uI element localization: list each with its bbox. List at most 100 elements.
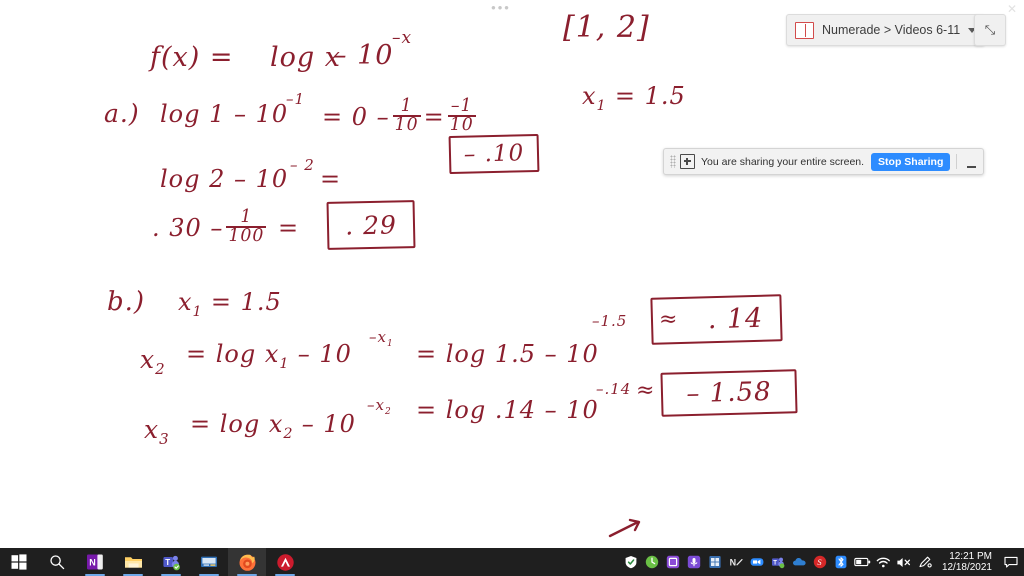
part-b-line-x2: x2: [140, 345, 165, 378]
screenshot-tray-icon[interactable]: [663, 548, 684, 576]
part-b-line-x3: x3: [144, 415, 169, 448]
x2-var: x: [140, 345, 156, 374]
close-icon[interactable]: ✕: [1007, 3, 1017, 15]
equation-function-body: log x: [270, 42, 341, 73]
drag-handle-icon[interactable]: [670, 155, 676, 168]
stop-sharing-button[interactable]: Stop Sharing: [871, 152, 951, 171]
part-a-line1-left: log 1 – 10: [160, 100, 289, 128]
shared-window-label: Numerade > Videos 6-11: [822, 23, 961, 37]
teams-icon: T: [162, 555, 180, 571]
svg-text:N: N: [89, 558, 96, 568]
teams-app[interactable]: T: [152, 548, 190, 576]
search-button[interactable]: [38, 548, 76, 576]
bluetooth-icon: [836, 555, 847, 569]
teams-tray-icon[interactable]: T: [768, 548, 789, 576]
battery-tray-icon[interactable]: [852, 548, 873, 576]
fraction-numerator: 1: [240, 207, 253, 227]
teams-icon: T: [772, 557, 785, 569]
screen-share-toolbar[interactable]: You are sharing your entire screen. Stop…: [663, 148, 985, 175]
interval-annotation: [1, 2]: [563, 10, 650, 45]
excel-tray-icon[interactable]: [705, 548, 726, 576]
part-b-answer-box-1: . 14: [650, 294, 783, 345]
svg-text:T: T: [774, 560, 778, 566]
settings-tray-icon[interactable]: [915, 548, 936, 576]
whiteboard-canvas[interactable]: f(x) = log x – 10 –x [1, 2] x1 = 1.5 a.)…: [0, 0, 1024, 548]
onenote-app[interactable]: N: [76, 548, 114, 576]
notification-icon[interactable]: [1000, 548, 1022, 576]
part-b-x1-var: x: [178, 288, 193, 316]
battery-icon: [854, 557, 871, 567]
x2-subscript: 2: [155, 360, 166, 378]
nvidia-tray-icon[interactable]: N: [726, 548, 747, 576]
equation-function-exponent: –x: [392, 28, 413, 48]
svg-text:N: N: [730, 557, 737, 567]
security-tray-icon[interactable]: [621, 548, 642, 576]
expand-button[interactable]: ⤡: [974, 14, 1006, 46]
partial-ink-stroke: [608, 518, 641, 538]
part-b-line-x3-rhs-exponent: –.14: [596, 380, 632, 398]
fraction-denominator: 10: [392, 115, 421, 136]
part-a-fraction-one-hundredth: 1 100: [226, 207, 267, 246]
media-player-icon: [200, 556, 217, 567]
taskbar-app-list: N T: [0, 548, 304, 576]
network-tray-icon[interactable]: [873, 548, 894, 576]
document-icon: [795, 21, 814, 39]
part-a-line3: . 30 –1 100 =: [152, 207, 299, 248]
part-b-answer-1-value: . 14: [707, 302, 764, 336]
volume-tray-icon[interactable]: [894, 548, 915, 576]
speaker-muted-icon: [897, 557, 911, 567]
part-a-fraction-neg-one-tenth: –1 10: [447, 96, 476, 136]
clock-date: 12/18/2021: [941, 562, 992, 573]
pen-settings-icon: [919, 556, 932, 568]
windows-taskbar[interactable]: N T N T S 12:21 PM 12/18/2021: [0, 548, 1024, 576]
capture-icon: [667, 555, 680, 569]
window-drag-dots[interactable]: •••: [486, 1, 516, 16]
part-a-line2-equals: =: [320, 165, 342, 193]
zoom-icon: [751, 558, 764, 566]
part-b-line-x2-exponent: –x1: [369, 328, 393, 349]
svg-text:T: T: [165, 558, 170, 567]
zoom-tray-icon[interactable]: [747, 548, 768, 576]
shield-icon: [626, 556, 637, 569]
part-a-line1-middle: = 0 –1 10 = –1 10: [322, 96, 479, 137]
record-icon: S: [814, 555, 827, 569]
x2-exponent-subscript: 1: [386, 339, 394, 349]
part-b-line-x2-body: = log x1 – 10: [186, 340, 352, 372]
bluetooth-tray-icon[interactable]: [831, 548, 852, 576]
microphone-tray-icon[interactable]: [684, 548, 705, 576]
minimize-icon[interactable]: [963, 152, 979, 171]
x3-var: x: [144, 415, 160, 444]
record-tray-icon[interactable]: S: [810, 548, 831, 576]
acrobat-app[interactable]: [266, 548, 304, 576]
part-b-line-x2-rhs: = log 1.5 – 10: [416, 340, 599, 368]
firefox-app[interactable]: [228, 548, 266, 576]
part-a-line3-left: . 30 –: [152, 213, 224, 242]
toolbar-divider: [956, 154, 958, 169]
part-b-initial-value: x1 = 1.5: [178, 288, 282, 320]
start-button[interactable]: [0, 548, 38, 576]
part-a-line2-exponent: – 2: [290, 156, 315, 174]
media-app[interactable]: [190, 548, 228, 576]
taskbar-clock[interactable]: 12:21 PM 12/18/2021: [936, 551, 1000, 573]
x1-initial-guess-note: x1 = 1.5: [582, 82, 686, 114]
fraction-numerator: –1: [450, 96, 473, 116]
sharing-status-message: You are sharing your entire screen.: [701, 155, 865, 168]
clock-time: 12:21 PM: [949, 551, 992, 562]
folder-icon: [124, 557, 142, 568]
x1-note-subscript: 1: [596, 97, 607, 114]
fraction-denominator: 10: [447, 115, 476, 136]
x2-minus-term: – 10: [297, 340, 352, 368]
equation-function-minus: – 10: [333, 40, 394, 71]
part-a-line2-left: log 2 – 10: [160, 165, 289, 193]
file-explorer-app[interactable]: [114, 548, 152, 576]
onedrive-tray-icon[interactable]: [789, 548, 810, 576]
part-b-label: b.): [107, 287, 146, 317]
updater-tray-icon[interactable]: [642, 548, 663, 576]
notification-icon: [1004, 556, 1018, 568]
x3-log-subscript: 2: [283, 425, 294, 442]
shared-window-selector[interactable]: Numerade > Videos 6-11: [786, 14, 986, 46]
part-a-line1-middle-text: = 0 –: [322, 102, 390, 131]
excel-icon: [709, 556, 722, 568]
x3-exponent: –x: [367, 396, 385, 414]
red-a-icon: [276, 553, 294, 571]
